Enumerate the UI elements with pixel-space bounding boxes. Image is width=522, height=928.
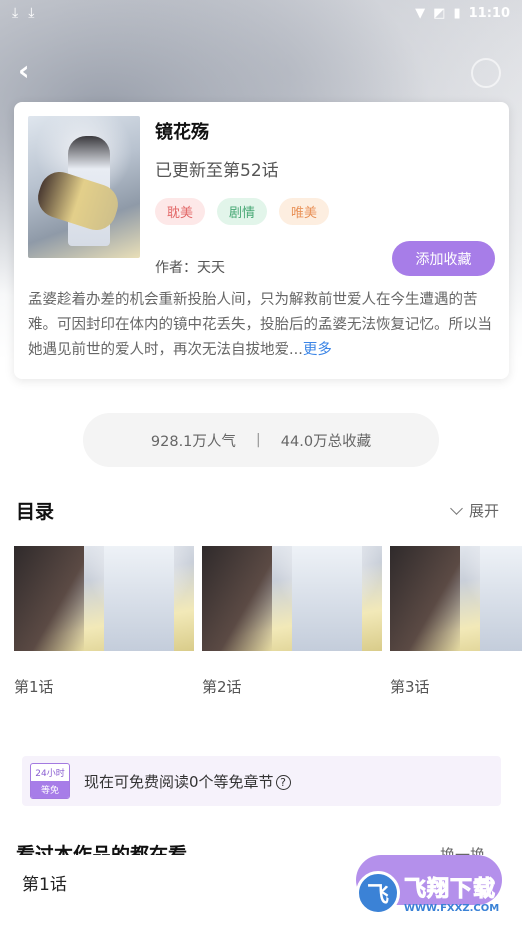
description: 孟婆趁着办差的机会重新投胎人间，只为解救前世爱人在今生遭遇的苦难。可因封印在体内… [28, 288, 498, 363]
episode-thumbnail [390, 546, 522, 651]
current-chapter[interactable]: 第1话 [22, 870, 67, 895]
recommend-title: 看过本作品的都在看 [16, 844, 188, 855]
chevron-left-icon: ‹ [18, 54, 30, 87]
tag[interactable]: 唯美 [279, 198, 330, 225]
more-link[interactable]: 更多 [303, 342, 332, 358]
back-button[interactable]: ‹ [18, 57, 46, 86]
wifi-icon: ▼ [415, 5, 426, 21]
tag[interactable]: 耽美 [155, 198, 206, 225]
comic-title: 镜花殇 [155, 122, 209, 143]
wait-free-badge: 24小时 等免 [30, 763, 70, 799]
episode-item[interactable]: 第3话 [390, 546, 522, 697]
episode-label: 第3话 [390, 678, 430, 696]
popularity-count: 928.1万人气 [150, 433, 236, 450]
episode-thumbnail [202, 546, 382, 651]
free-read-banner[interactable]: 24小时 等免 现在可免费阅读0个等免章节? [22, 756, 501, 806]
add-favorite-button[interactable]: 添加收藏 [392, 241, 495, 276]
watermark-sub: WWW.FXXZ.COM [404, 903, 500, 914]
episode-item[interactable]: 第2话 [202, 546, 382, 697]
author: 作者：天天 [155, 260, 225, 276]
download-icon: ⤓ [12, 5, 19, 21]
episode-label: 第1话 [14, 678, 54, 696]
favorites-count: 44.0万总收藏 [280, 433, 372, 450]
stats-separator: | [255, 432, 261, 448]
expand-catalog-button[interactable]: 展开 [450, 500, 500, 521]
share-button[interactable] [471, 58, 501, 88]
stats-pill: 928.1万人气 | 44.0万总收藏 [83, 413, 439, 467]
episode-list: 第1话 第2话 第3话 [14, 546, 522, 706]
free-read-text: 现在可免费阅读0个等免章节? [84, 771, 291, 792]
episode-thumbnail [14, 546, 194, 651]
chevron-down-icon [450, 502, 463, 515]
status-time: 11:10 [468, 5, 510, 21]
comic-cover [28, 116, 140, 258]
watermark-main: 飞翔下载 [403, 877, 497, 903]
episode-item[interactable]: 第1话 [14, 546, 194, 697]
expand-label: 展开 [469, 502, 500, 520]
refresh-button[interactable]: 换一换 [440, 843, 485, 855]
download-icon: ⤓ [28, 5, 35, 21]
episode-label: 第2话 [202, 678, 242, 696]
status-bar: ⤓ ⤓ ▼ ◩ ▮ 11:10 [0, 0, 522, 26]
catalog-title: 目录 [16, 501, 55, 523]
tag[interactable]: 剧情 [217, 198, 268, 225]
help-icon[interactable]: ? [275, 774, 291, 790]
battery-icon: ▮ [453, 5, 461, 21]
site-watermark: 飞 飞翔下载 WWW.FXXZ.COM [356, 865, 516, 920]
watermark-logo: 飞 [356, 870, 400, 915]
comic-info-card: 镜花殇 已更新至第52话 耽美 剧情 唯美 作者：天天 添加收藏 孟婆趁着办差的… [14, 102, 509, 379]
tag-list: 耽美 剧情 唯美 [155, 198, 330, 225]
update-status: 已更新至第52话 [155, 161, 279, 181]
description-text: 孟婆趁着办差的机会重新投胎人间，只为解救前世爱人在今生遭遇的苦难。可因封印在体内… [28, 292, 492, 358]
signal-icon: ◩ [433, 5, 446, 21]
